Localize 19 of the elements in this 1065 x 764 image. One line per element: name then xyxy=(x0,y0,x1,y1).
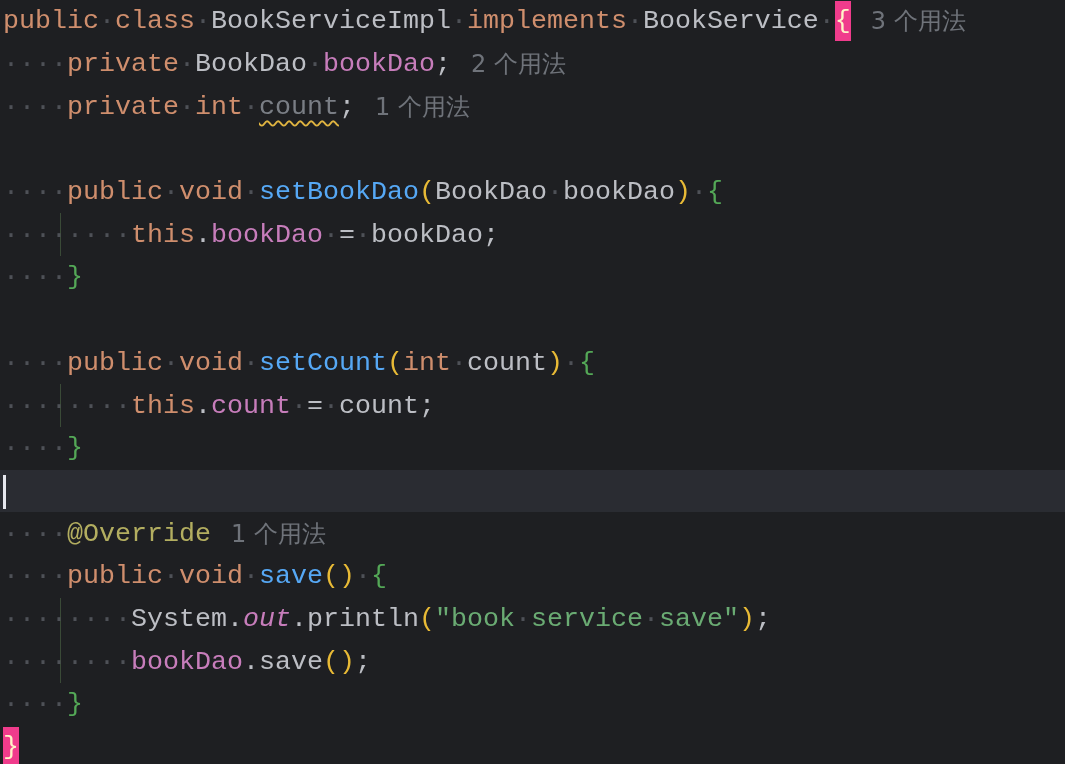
code-line: public·class·BookServiceImpl·implements·BookService·{ xyxy=(3,0,851,43)
usage-hint[interactable]: 2 个用法 xyxy=(470,46,566,83)
code-line: ····} xyxy=(3,432,83,466)
code-line: ····private·BookDao·bookDao; xyxy=(3,48,451,82)
code-line: ····} xyxy=(3,261,83,295)
code-line: ····public·void·setBookDao(BookDao·bookDao)·{ xyxy=(3,176,723,210)
code-line: ····public·void·save()·{ xyxy=(3,560,387,594)
code-line: ····@Override xyxy=(3,517,211,551)
code-line: ········this.count·=·count; xyxy=(3,389,435,423)
code-line: ····private·int·count; xyxy=(3,90,355,124)
usage-hint[interactable]: 1 个用法 xyxy=(230,515,326,552)
code-line: ········this.bookDao·=·bookDao; xyxy=(3,218,499,252)
usage-hint[interactable]: 3 个用法 xyxy=(870,3,966,40)
code-line: ····} xyxy=(3,688,83,722)
code-line: ········bookDao.save(); xyxy=(3,645,371,679)
code-line: ········System.out.println("book·service·save"); xyxy=(3,602,771,636)
code-line: ····public·void·setCount(int·count)·{ xyxy=(3,346,595,380)
usage-hint[interactable]: 1 个用法 xyxy=(374,88,470,125)
code-editor[interactable] xyxy=(0,0,1065,764)
